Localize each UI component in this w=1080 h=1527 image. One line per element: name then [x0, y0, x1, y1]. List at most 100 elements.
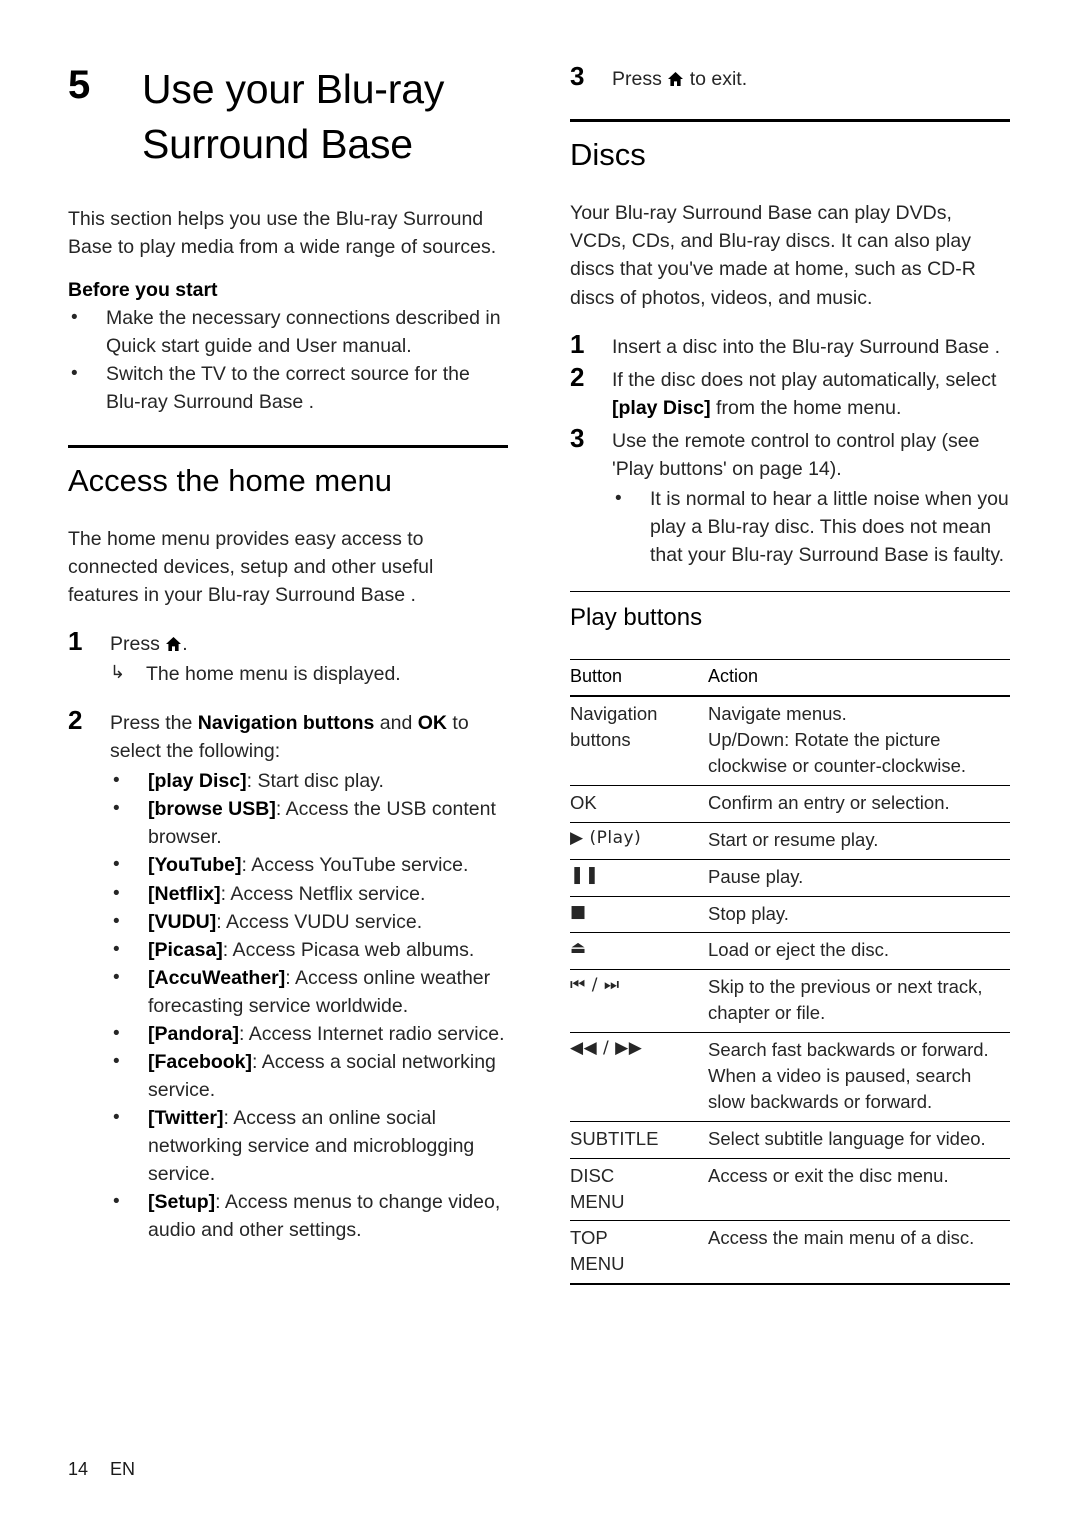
option-term: [Picasa]	[148, 938, 223, 961]
list-item-label: [YouTube]: Access YouTube service.	[148, 851, 468, 879]
cell-action: Load or eject the disc.	[708, 939, 889, 961]
bullet-icon: •	[113, 798, 120, 820]
intro-paragraph: This section helps you use the Blu-ray S…	[68, 208, 497, 259]
left-column: 5 Use your Blu-ray Surround Base This se…	[68, 62, 508, 1245]
numbered-step: 3 Use the remote control to control play…	[570, 424, 1010, 483]
play-buttons-table: Button Action Navigation buttons Navigate…	[570, 659, 1010, 1285]
step-text-post: from the home menu.	[710, 396, 902, 419]
step-number: 1	[68, 625, 83, 656]
table-row: ▶ (Play) Start or resume play.	[570, 822, 1010, 860]
table-row: ■ Stop play.	[570, 896, 1010, 933]
cell-button: SUBTITLE	[570, 1127, 659, 1149]
list-item: • [Netflix]: Access Netflix service.	[110, 880, 508, 908]
step-number: 2	[68, 705, 83, 736]
list-item: • [Twitter]: Access an online social net…	[110, 1104, 508, 1188]
table-row: ⏏ Load or eject the disc.	[570, 933, 1010, 970]
list-item: • [VUDU]: Access VUDU service.	[110, 908, 508, 936]
step-text-pre: Press the	[110, 712, 198, 735]
bullet-icon: •	[71, 363, 78, 385]
step-text-post: .	[182, 632, 188, 655]
cell-button: OK	[570, 791, 597, 813]
list-item: • Make the necessary connections describ…	[68, 304, 508, 360]
step-text-post: to exit.	[689, 68, 748, 90]
bullet-icon: •	[113, 882, 120, 904]
section-heading-discs: Discs	[570, 137, 646, 173]
bullet-icon: •	[113, 938, 120, 960]
play-icon: ▶ (Play)	[570, 827, 642, 848]
section-divider	[68, 444, 508, 448]
list-item-label: Switch the TV to the correct source for …	[106, 363, 470, 414]
option-term: [Facebook]	[148, 1051, 253, 1074]
step-text: Press .	[110, 627, 188, 658]
cell-action: Search fast backwards or forward. When a…	[708, 1039, 989, 1112]
cell-action: Access the main menu of a disc.	[708, 1227, 975, 1249]
chapter-title-block: 5 Use your Blu-ray Surround Base	[68, 62, 508, 171]
cell-action: Access or exit the disc menu.	[708, 1164, 949, 1186]
option-desc: : Access VUDU service.	[216, 910, 423, 933]
table-row: TOP MENU Access the main menu of a disc.	[570, 1221, 1010, 1285]
step-result-label: The home menu is displayed.	[146, 663, 401, 685]
numbered-step: 3 Press to exit.	[570, 62, 1010, 93]
table-row: DISC MENU Access or exit the disc menu.	[570, 1158, 1010, 1221]
step-number: 3	[570, 61, 585, 91]
before-you-start-label: Before you start	[68, 279, 218, 302]
list-item-label: [play Disc]: Start disc play.	[148, 767, 384, 795]
manual-page: 5 Use your Blu-ray Surround Base This se…	[0, 0, 1080, 1527]
step-number: 2	[570, 361, 585, 392]
list-item-label: [Picasa]: Access Picasa web albums.	[148, 936, 474, 964]
chapter-heading: Use your Blu-ray Surround Base	[142, 66, 445, 167]
cell-action: Stop play.	[708, 902, 789, 924]
step-text-pre: Press	[612, 68, 662, 90]
option-desc: : Access YouTube service.	[241, 854, 469, 877]
subsection-heading-play-buttons: Play buttons	[570, 604, 703, 632]
list-item: • [browse USB]: Access the USB content b…	[110, 795, 508, 851]
page-number: 14	[68, 1459, 89, 1479]
option-desc: : Access Netflix service.	[220, 882, 426, 905]
cell-action: Navigate menus. Up/Down: Rotate the pictu…	[708, 703, 967, 776]
table-body: Navigation buttons Navigate menus. Up/Down…	[570, 696, 1010, 1285]
table-row: ◀◀ / ▶▶ Search fast backwards or forward…	[570, 1033, 1010, 1122]
list-item: • [Pandora]: Access Internet radio servi…	[110, 1020, 508, 1048]
subsection-divider	[570, 591, 1010, 593]
step-text: Press the Navigation buttons and OK to s…	[110, 706, 508, 765]
option-term: [Twitter]	[148, 1107, 224, 1130]
list-item-label: [Facebook]: Access a social networking s…	[148, 1048, 508, 1104]
home-menu-options-list: • [play Disc]: Start disc play. • [brows…	[110, 767, 508, 1244]
cell-button: DISC MENU	[570, 1164, 625, 1212]
list-item-label: [Setup]: Access menus to change video, a…	[148, 1188, 508, 1244]
option-term: [Setup]	[148, 1191, 216, 1214]
option-desc: : Start disc play.	[246, 770, 384, 793]
step-bold-ok: OK	[417, 712, 447, 735]
bullet-icon: •	[113, 966, 120, 988]
home-icon	[165, 636, 182, 652]
bullet-icon: •	[113, 854, 120, 876]
bullet-icon: •	[113, 1107, 120, 1129]
cell-action: Pause play.	[708, 865, 804, 887]
eject-icon: ⏏	[570, 938, 587, 959]
cell-action: Start or resume play.	[708, 828, 879, 850]
list-item-label: [AccuWeather]: Access online weather for…	[148, 964, 508, 1020]
step-bold-navigation-buttons: Navigation buttons	[197, 712, 375, 735]
section-divider	[570, 119, 1010, 123]
list-item: • [YouTube]: Access YouTube service.	[110, 851, 508, 879]
step-result: ↳ The home menu is displayed.	[110, 660, 508, 688]
home-icon	[667, 71, 684, 87]
option-term: [browse USB]	[148, 798, 276, 821]
option-term: [play Disc]	[148, 770, 247, 793]
bullet-icon: •	[113, 910, 120, 932]
page-footer: 14 EN	[68, 1459, 135, 1480]
cell-action: Select subtitle language for video.	[708, 1127, 986, 1149]
skip-icon: ⏮ / ⏭	[570, 975, 620, 996]
option-term: [YouTube]	[148, 854, 242, 877]
numbered-step: 1 Insert a disc into the Blu-ray Surroun…	[570, 328, 1010, 361]
step-number: 1	[570, 328, 585, 359]
list-item-label: [browse USB]: Access the USB content bro…	[148, 795, 508, 851]
step-text: Press to exit.	[612, 62, 747, 93]
bullet-icon: •	[113, 1191, 120, 1213]
bullet-icon: •	[71, 307, 78, 329]
table-row: OK Confirm an entry or selection.	[570, 785, 1010, 823]
step-text-mid: and	[374, 712, 418, 735]
list-item: • [Facebook]: Access a social networking…	[110, 1048, 508, 1104]
step-bold-play-disc: [play Disc]	[612, 396, 711, 419]
chapter-number: 5	[68, 63, 91, 107]
